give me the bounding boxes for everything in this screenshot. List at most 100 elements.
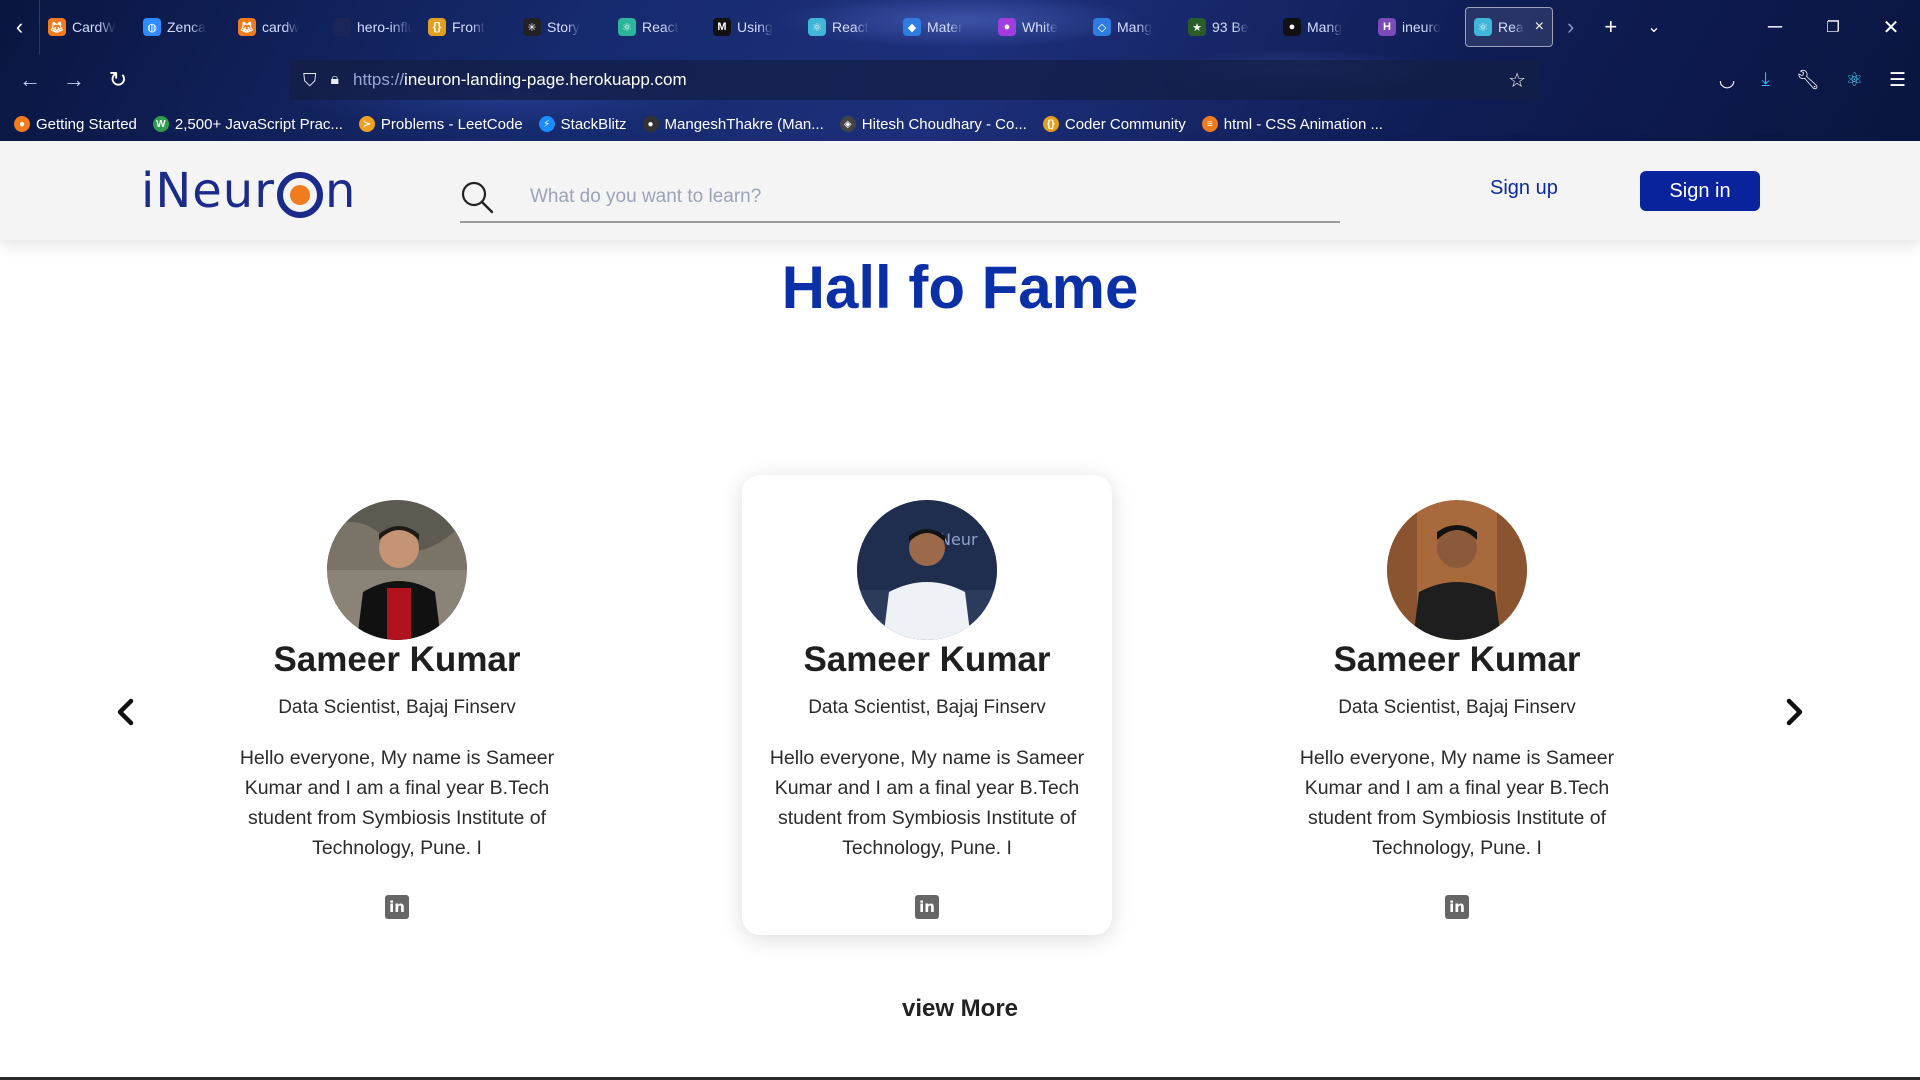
download-icon[interactable]: ⤓ (1761, 69, 1769, 91)
back-button[interactable]: ← (8, 58, 52, 102)
bookmark-label: Coder Community (1064, 115, 1186, 133)
bookmark-star-icon[interactable]: ☆ (1508, 68, 1526, 93)
bookmark-item[interactable]: ≡ html - CSS Animation ... (1201, 115, 1383, 133)
tab-label: cardw (262, 19, 300, 35)
globe-icon: ◍ (143, 18, 161, 36)
tab-label: Zenca (167, 19, 206, 35)
chevron-right-icon (1786, 698, 1803, 726)
tab[interactable]: hero-influ (325, 7, 420, 47)
new-tab-button[interactable]: + (1604, 14, 1617, 40)
tab[interactable]: ◆ Mater (895, 7, 990, 47)
close-window-button[interactable]: ✕ (1862, 0, 1920, 54)
url-bar[interactable]: ⛉ 🔒︎ https://ineuron-landing-page.heroku… (289, 60, 1540, 100)
bookmark-item[interactable]: ● Getting Started (14, 116, 137, 133)
site-header: iNeurn Sign up Sign in (0, 141, 1920, 240)
tab-label: Rea (1498, 19, 1524, 35)
bookmark-label: MangeshThakre (Man... (664, 115, 824, 133)
person-role: Data Scientist, Bajaj Finserv (1338, 697, 1576, 718)
person-name: Sameer Kumar (803, 640, 1051, 679)
bookmark-label: html - CSS Animation ... (1223, 115, 1383, 133)
tab-label: React (642, 19, 679, 35)
shield-icon[interactable]: ⛉ (303, 70, 317, 91)
linkedin-icon[interactable]: in (1445, 895, 1469, 919)
carousel-prev-button[interactable] (108, 694, 144, 730)
badge-icon: ★ (1188, 18, 1206, 36)
tab[interactable]: ✳ Story (515, 7, 610, 47)
testimonial-card: Sameer Kumar Data Scientist, Bajaj Finse… (1272, 475, 1642, 935)
braces-icon: {} (1042, 116, 1059, 132)
linkedin-icon[interactable]: in (915, 895, 939, 919)
avatar: Neur (857, 500, 997, 640)
tab[interactable]: M Using (705, 7, 800, 47)
avatar (1387, 500, 1527, 640)
bookmark-item[interactable]: W 2,500+ JavaScript Prac... (152, 116, 343, 133)
tab-label: 93 Be (1212, 19, 1249, 35)
bookmark-label: Getting Started (36, 115, 137, 133)
fox-icon: 🦊︎ (48, 18, 66, 36)
sign-in-button[interactable]: Sign in (1640, 171, 1760, 211)
atom-icon: ⚛ (618, 18, 636, 36)
reload-button[interactable]: ↻ (96, 58, 140, 102)
github-icon: ● (642, 116, 659, 132)
bolt-icon: ⚡︎ (538, 116, 555, 132)
tab[interactable]: ◇ Mang (1085, 7, 1180, 47)
view-more-link[interactable]: view More (0, 995, 1920, 1023)
minimize-button[interactable]: ─ (1746, 0, 1804, 54)
tab-label: White (1022, 19, 1058, 35)
tab[interactable]: ● White (990, 7, 1085, 47)
tab-active[interactable]: ⚛ Rea × (1465, 7, 1553, 47)
lock-icon[interactable]: 🔒︎ (331, 71, 340, 89)
pocket-icon[interactable]: ◡ (1719, 69, 1736, 92)
person-role: Data Scientist, Bajaj Finserv (278, 697, 516, 718)
tab-list-dropdown-icon[interactable]: ⌄ (1647, 17, 1660, 37)
ineuron-logo[interactable]: iNeur n (141, 163, 356, 219)
bookmark-item[interactable]: {} Coder Community (1042, 115, 1186, 133)
bookmark-item[interactable]: ⚡︎ StackBlitz (538, 116, 627, 133)
menu-icon[interactable]: ☰ (1889, 69, 1906, 92)
bookmark-item[interactable]: ● MangeshThakre (Man... (642, 115, 824, 133)
tab[interactable]: {} Front (420, 7, 515, 47)
window-controls: ─ ❐ ✕ (1746, 0, 1920, 54)
linkedin-icon[interactable]: in (385, 895, 409, 919)
tab[interactable]: 🦊︎ cardw (230, 7, 325, 47)
tab[interactable]: Hineuro (1370, 7, 1465, 47)
tab[interactable]: ★ 93 Be (1180, 7, 1275, 47)
bookmarks-bar: ● Getting Started W 2,500+ JavaScript Prac.… (0, 110, 1920, 138)
bookmark-item[interactable]: ◈ Hitesh Choudhary - Co... (839, 116, 1027, 133)
spark-icon: ✳ (523, 18, 541, 36)
close-icon[interactable]: × (1535, 18, 1544, 36)
tab[interactable]: ◍ Zenca (135, 7, 230, 47)
logo-text-prefix: iNeur (141, 163, 275, 219)
tab[interactable]: ⚛ React (610, 7, 705, 47)
restore-button[interactable]: ❐ (1804, 0, 1862, 54)
url-host: ineuron-landing-page.herokuapp.com (404, 70, 687, 89)
react-devtools-icon[interactable]: ⚛ (1846, 69, 1863, 92)
tab[interactable]: ⚛ React (800, 7, 895, 47)
tab-scroll-left-button[interactable]: ‹ (0, 0, 40, 54)
tab-label: hero-influ (357, 19, 412, 35)
m-icon: M (713, 18, 731, 36)
carousel-next-button[interactable] (1776, 694, 1812, 730)
chevron-right-icon[interactable]: › (1567, 14, 1574, 40)
avatar (327, 500, 467, 640)
person-role: Data Scientist, Bajaj Finserv (808, 697, 1046, 718)
tab-label: CardW (72, 19, 116, 35)
bookmark-item[interactable]: ≻ Problems - LeetCode (358, 116, 523, 133)
section-title: Hall fo Fame (781, 254, 1139, 321)
sign-up-button[interactable]: Sign up (1490, 177, 1558, 200)
person-bio: Hello everyone, My name is Sameer Kumar … (1299, 747, 1615, 859)
tab-label: Story (547, 19, 580, 35)
testimonial-card-active: Neur Sameer Kumar Data Scientist, Bajaj … (742, 475, 1112, 935)
search-input[interactable] (530, 186, 1230, 208)
url-protocol: https:// (353, 70, 405, 89)
atom-icon: ⚛ (808, 18, 826, 36)
wrench-icon[interactable]: 🔧︎ (1796, 68, 1820, 92)
forward-button[interactable]: → (52, 58, 96, 102)
tab[interactable]: 🦊︎ CardW (40, 7, 135, 47)
fox-icon: 🦊︎ (238, 18, 256, 36)
tab-label: Mater (927, 19, 963, 35)
tab[interactable]: ● Mang (1275, 7, 1370, 47)
mui-icon: ◆ (903, 18, 921, 36)
search-icon[interactable] (460, 180, 494, 214)
browser-chrome: ‹ 🦊︎ CardW ◍ Zenca 🦊︎ cardw hero-influ {} Front ✳… (0, 0, 1920, 141)
